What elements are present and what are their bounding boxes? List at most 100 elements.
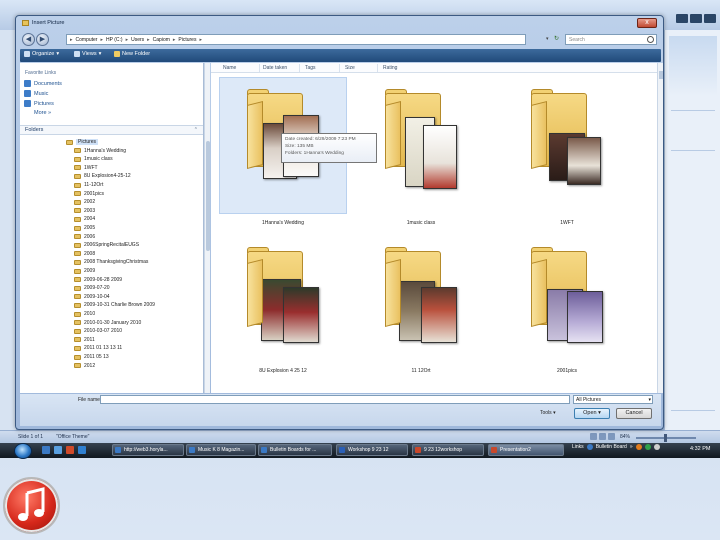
tree-item[interactable]: 2005 <box>74 224 95 232</box>
app-icon[interactable] <box>78 446 86 454</box>
zoom-slider[interactable] <box>636 434 696 442</box>
tree-item[interactable]: 2001pics <box>74 190 104 198</box>
column-name[interactable]: Name <box>223 65 236 71</box>
breadcrumb-user[interactable]: Capiom <box>153 37 170 43</box>
warning-icon[interactable] <box>635 444 642 450</box>
tree-item[interactable]: 2008 <box>74 250 95 258</box>
breadcrumb-computer[interactable]: Computer <box>76 37 98 43</box>
refresh-icon[interactable]: ↻ <box>554 34 563 45</box>
close-window-button[interactable] <box>704 14 716 23</box>
favorite-documents[interactable]: Documents <box>24 80 62 87</box>
tree-item[interactable]: 2008 ThanksgivingChristmas <box>74 258 148 266</box>
tree-item[interactable]: 2009-10-31 Charlie Brown 2009 <box>74 301 155 309</box>
organize-label: Organize <box>32 51 55 57</box>
tree-item[interactable]: 2009-07-20 <box>74 284 110 292</box>
address-bar[interactable]: ▸ Computer ▸ HP (C:) ▸ Users ▸ Capiom ▸ … <box>66 34 526 45</box>
column-tags[interactable]: Tags <box>305 65 316 71</box>
task-bulletin-boards[interactable]: Bulletin Boards for ... <box>258 444 332 456</box>
close-button[interactable]: x <box>637 18 657 28</box>
ie-icon[interactable] <box>42 446 50 454</box>
tree-item[interactable]: 2009-06-28 2009 <box>74 276 122 284</box>
column-rating[interactable]: Rating <box>383 65 397 71</box>
tree-item[interactable]: 2006SpringRecitalEUGS <box>74 241 139 249</box>
breadcrumb-pictures[interactable]: Pictures <box>178 37 196 43</box>
file-type-select[interactable]: All Pictures ▾ <box>573 395 653 404</box>
tree-item-pictures[interactable]: Pictures <box>66 138 99 146</box>
column-date-taken[interactable]: Date taken <box>263 65 287 71</box>
tree-item[interactable]: 2006 <box>74 233 95 241</box>
links-toolbar[interactable]: Links <box>572 444 584 450</box>
ie-icon[interactable] <box>586 444 593 450</box>
file-name-field[interactable] <box>100 395 570 404</box>
tree-item[interactable]: 2011 01 13 13 11 <box>74 344 122 352</box>
slideshow-view-icon[interactable] <box>608 433 615 440</box>
tree-item[interactable]: 2003 <box>74 207 95 215</box>
task-workshop-2[interactable]: 9 23 12workshop <box>412 444 484 456</box>
tree-item[interactable]: 2009-10-04 <box>74 293 110 301</box>
chevron-down-icon[interactable]: ▾ <box>546 34 554 45</box>
folder-item[interactable]: 11 12Ort <box>371 247 471 391</box>
search-icon[interactable] <box>647 36 654 43</box>
views-button[interactable]: Views ▾ <box>74 51 101 57</box>
zoom-slider-thumb[interactable] <box>664 434 667 442</box>
organize-button[interactable]: Organize ▾ <box>24 51 59 57</box>
navigation-row: ◀ ▶ ▸ Computer ▸ HP (C:) ▸ Users ▸ Capio… <box>20 33 660 47</box>
sorter-view-icon[interactable] <box>599 433 606 440</box>
folder-item[interactable]: 1music class <box>371 89 471 233</box>
tree-item[interactable]: 11-12Ort <box>74 181 103 189</box>
tree-item-label: 2011 <box>84 336 95 343</box>
folder-item[interactable]: 2001pics <box>517 247 617 391</box>
tree-item[interactable]: 1Hanna's Wedding <box>74 147 126 155</box>
app-icon[interactable] <box>66 446 74 454</box>
open-button[interactable]: Open ▾ <box>574 408 610 419</box>
maximize-button[interactable] <box>690 14 702 23</box>
task-presentation[interactable]: Presentation2 <box>488 444 564 456</box>
tools-button[interactable]: Tools ▾ <box>540 410 556 416</box>
new-folder-button[interactable]: New Folder <box>114 51 150 57</box>
more-link[interactable]: More » <box>34 110 51 116</box>
column-size[interactable]: Size <box>345 65 355 71</box>
back-button[interactable]: ◀ <box>22 33 35 46</box>
tree-item[interactable]: 2010-01-30 January 2010 <box>74 319 141 327</box>
normal-view-icon[interactable] <box>590 433 597 440</box>
task-workshop[interactable]: Workshop 9 23 12 <box>336 444 408 456</box>
navigation-scrollbar[interactable] <box>204 63 210 393</box>
tree-item[interactable]: 2009 <box>74 267 95 275</box>
network-icon[interactable] <box>644 444 651 450</box>
favorite-music[interactable]: Music <box>24 90 48 97</box>
tree-item[interactable]: 2004 <box>74 215 95 223</box>
scrollbar-thumb[interactable] <box>659 71 663 79</box>
folder-item[interactable]: 1WFT <box>517 89 617 233</box>
clock[interactable]: 4:32 PM <box>690 446 710 452</box>
folder-icon <box>74 363 81 369</box>
tree-item[interactable]: 8U Explosion4-25-12 <box>74 172 131 180</box>
breadcrumb-users[interactable]: Users <box>131 37 144 43</box>
minimize-button[interactable] <box>676 14 688 23</box>
cancel-button[interactable]: Cancel <box>616 408 652 419</box>
chevron-up-icon[interactable]: ⌃ <box>194 126 198 135</box>
folders-header[interactable]: Folders ⌃ <box>20 125 203 135</box>
tree-item[interactable]: 1WFT <box>74 164 98 172</box>
tree-item[interactable]: 2011 05 13 <box>74 353 109 361</box>
breadcrumb-drive[interactable]: HP (C:) <box>106 37 123 43</box>
search-input[interactable]: Search <box>565 34 657 45</box>
folder-item[interactable]: 8U Explosion 4 25 12 <box>233 247 333 391</box>
scrollbar-thumb[interactable] <box>206 141 210 251</box>
file-list-scrollbar[interactable] <box>657 63 663 393</box>
chevron-right-icon[interactable]: » <box>630 444 633 450</box>
show-desktop-icon[interactable] <box>54 446 62 454</box>
task-music-magazine[interactable]: Music K 8 Magazin... <box>186 444 256 456</box>
folder-item[interactable]: 1Hanna's Wedding <box>233 89 333 233</box>
tree-item[interactable]: 1music class <box>74 155 113 163</box>
favorite-pictures[interactable]: Pictures <box>24 100 54 107</box>
tree-item[interactable]: 2010 <box>74 310 95 318</box>
tree-item[interactable]: 2012 <box>74 362 95 370</box>
tree-item[interactable]: 2010-03-07 2010 <box>74 327 122 335</box>
volume-icon[interactable] <box>653 444 660 450</box>
forward-button[interactable]: ▶ <box>36 33 49 46</box>
bulletin-board-link[interactable]: Bulletin Board <box>596 444 627 450</box>
tree-item[interactable]: 2011 <box>74 336 95 344</box>
task-browser[interactable]: http://web3.horyla... <box>112 444 184 456</box>
tree-item[interactable]: 2002 <box>74 198 95 206</box>
start-button[interactable] <box>14 443 32 459</box>
